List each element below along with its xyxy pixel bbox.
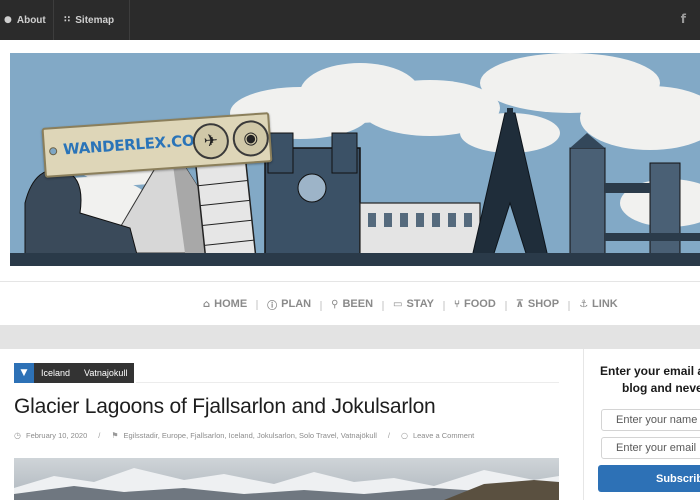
bed-icon: ▭ bbox=[393, 298, 403, 310]
camera-icon: ◉ bbox=[231, 119, 270, 158]
nav-item-shop[interactable]: ⊼ SHOP bbox=[504, 298, 569, 311]
about-link[interactable]: ● About bbox=[0, 0, 54, 40]
category-link[interactable]: Iceland bbox=[34, 363, 78, 383]
pin-icon: ▼ bbox=[14, 363, 34, 383]
post-meta: ◷ February 10, 2020 / ⚑ Egilsstadir, Eur… bbox=[14, 431, 474, 440]
nav-item-label: BEEN bbox=[342, 298, 374, 310]
category-link[interactable]: Vatnajokull bbox=[77, 363, 135, 383]
nav-item-been[interactable]: ⚲ BEEN bbox=[320, 298, 383, 311]
sitemap-link[interactable]: ∷ Sitemap bbox=[54, 0, 130, 40]
nav-item-stay[interactable]: ▭ STAY bbox=[382, 298, 444, 311]
glacier-photo bbox=[14, 458, 559, 500]
airplane-icon: ✈ bbox=[191, 122, 231, 161]
meta-separator: / bbox=[98, 431, 101, 440]
divider-strip bbox=[0, 325, 700, 349]
meta-separator: / bbox=[387, 431, 390, 440]
leave-comment-link[interactable]: Leave a Comment bbox=[413, 431, 474, 440]
info-icon: ⓘ bbox=[267, 300, 278, 312]
tag-hole bbox=[48, 146, 58, 156]
clock-icon: ◷ bbox=[14, 431, 21, 440]
email-field[interactable] bbox=[601, 437, 700, 459]
nav-item-home[interactable]: ⌂ HOME bbox=[193, 298, 257, 310]
tags-icon: ⚑ bbox=[111, 431, 119, 440]
newsletter-prompt: Enter your email ad blog and never bbox=[600, 363, 700, 397]
home-icon: ⌂ bbox=[203, 298, 211, 310]
subscribe-button[interactable]: Subscribe bbox=[598, 465, 700, 492]
post-date[interactable]: February 10, 2020 bbox=[26, 431, 87, 440]
name-field[interactable] bbox=[601, 409, 700, 431]
map-marker-icon: ⚲ bbox=[331, 298, 339, 310]
category-list: ▼ Iceland Vatnajokull bbox=[14, 363, 135, 383]
top-bar: ● About ∷ Sitemap f bbox=[0, 0, 700, 40]
nav-item-label: HOME bbox=[214, 298, 248, 310]
nav-item-label: STAY bbox=[406, 298, 434, 310]
facebook-icon[interactable]: f bbox=[681, 12, 686, 26]
header-banner[interactable]: WANDERLEX.COM ✈ ◉ bbox=[10, 53, 700, 266]
main-nav-bar: ⌂ HOME ⓘ PLAN ⚲ BEEN ▭ STAY ⑂ FOOD ⊼ SHOP ⚓ LIN… bbox=[0, 281, 700, 325]
featured-image[interactable] bbox=[14, 458, 559, 500]
newsletter-line-1: Enter your email ad bbox=[600, 364, 700, 378]
user-icon: ● bbox=[4, 15, 12, 25]
newsletter-line-2: blog and never bbox=[622, 381, 700, 395]
sitemap-icon: ∷ bbox=[64, 15, 71, 25]
cart-icon: ⊼ bbox=[515, 298, 524, 310]
anchor-icon: ⚓ bbox=[579, 298, 589, 310]
nav-item-plan[interactable]: ⓘ PLAN bbox=[256, 297, 321, 312]
about-label: About bbox=[16, 14, 46, 26]
comments-icon: ○ bbox=[400, 431, 408, 440]
nav-item-food[interactable]: ⑂ FOOD bbox=[442, 298, 506, 311]
nav-item-label: PLAN bbox=[281, 298, 312, 310]
sitemap-label: Sitemap bbox=[75, 14, 115, 26]
brand-logo-text: WANDERLEX.COM bbox=[62, 130, 210, 159]
post-title[interactable]: Glacier Lagoons of Fjallsarlon and Jokul… bbox=[14, 395, 436, 419]
sidebar-divider bbox=[583, 349, 584, 500]
nav-item-label: SHOP bbox=[527, 298, 560, 310]
category-rule bbox=[136, 382, 559, 383]
nav-item-link[interactable]: ⚓ LINK bbox=[568, 298, 628, 311]
main-nav: ⌂ HOME ⓘ PLAN ⚲ BEEN ▭ STAY ⑂ FOOD ⊼ SHOP ⚓ LIN… bbox=[193, 282, 628, 326]
post-tags[interactable]: Egilsstadir, Europe, Fjallsarlon, Icelan… bbox=[124, 431, 377, 440]
cutlery-icon: ⑂ bbox=[453, 298, 460, 310]
nav-item-label: LINK bbox=[592, 298, 618, 310]
nav-item-label: FOOD bbox=[463, 298, 496, 310]
